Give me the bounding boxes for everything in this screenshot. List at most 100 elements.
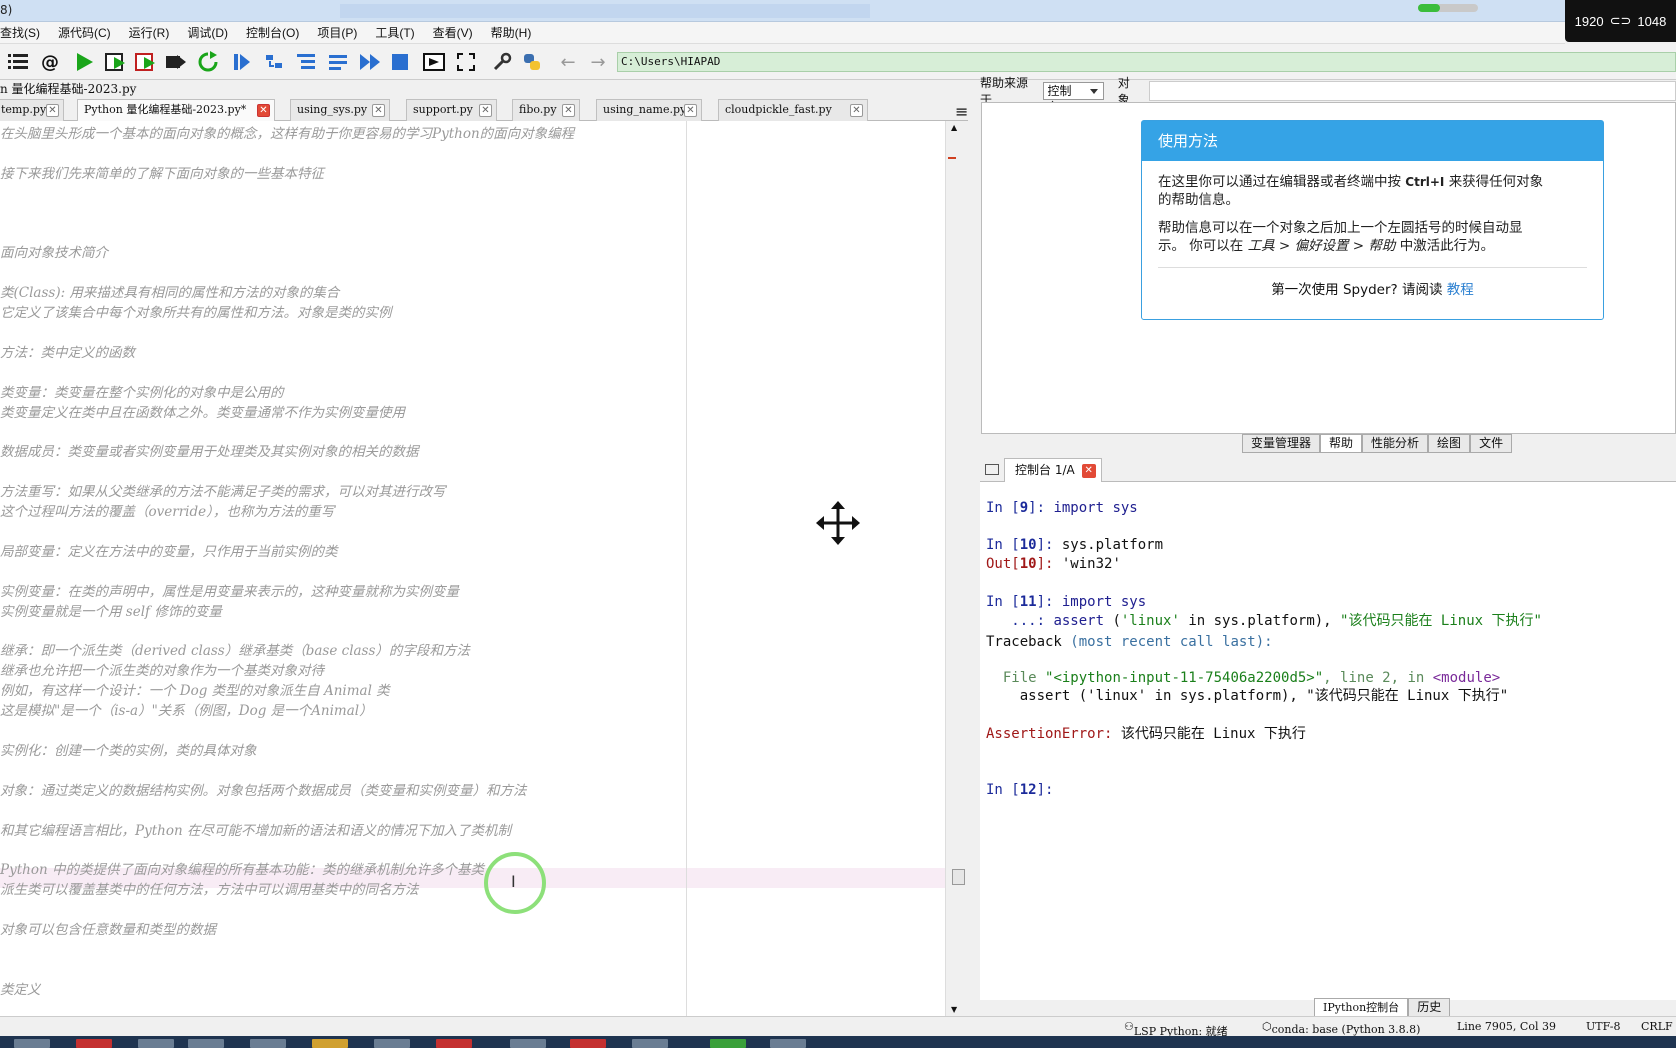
code-line: 实例化：创建一个类的实例，类的具体对象 <box>0 742 257 759</box>
tab-help[interactable]: 帮助 <box>1320 434 1363 453</box>
close-icon[interactable]: ✕ <box>684 104 697 117</box>
ipython-console[interactable]: In [9]: import sys In [10]: sys.platform… <box>980 482 1676 1000</box>
wrench-icon[interactable] <box>490 50 514 74</box>
tab-console-1a[interactable]: 控制台 1/A ✕ <box>1004 458 1102 482</box>
close-icon[interactable]: ✕ <box>257 104 270 117</box>
usage-card: 使用方法 在这里你可以通过在编辑器或者终端中按 Ctrl+I 来获得任何对象 的帮… <box>1141 120 1604 320</box>
tab-history[interactable]: 历史 <box>1408 998 1451 1017</box>
step-return-icon[interactable] <box>326 50 350 74</box>
taskbar-item[interactable] <box>312 1039 348 1048</box>
taskbar-item[interactable] <box>374 1039 410 1048</box>
tab-label: cloudpickle_fast.py <box>725 103 832 116</box>
tab-label: temp.py <box>1 103 47 116</box>
taskbar-item[interactable] <box>76 1039 112 1048</box>
code-line: 在头脑里头形成一个基本的面向对象的概念，这样有助于你更容易的学习Python的面… <box>0 126 575 142</box>
taskbar-item[interactable] <box>188 1039 224 1048</box>
taskbar-item[interactable] <box>570 1039 606 1048</box>
tab-files[interactable]: 文件 <box>1470 434 1513 453</box>
tab-plots[interactable]: 绘图 <box>1428 434 1471 453</box>
status-bar: ⚇ LSP Python: 就绪 ⬡ conda: base (Python 3… <box>0 1016 1676 1038</box>
code-line: 实例变量就是一个用 self 修饰的变量 <box>0 603 222 620</box>
console-line: In [9]: import sys <box>986 500 1138 516</box>
tab-profiler[interactable]: 性能分析 <box>1362 434 1429 453</box>
code-line: 类变量：类变量在整个实例化的对象中是公用的 <box>0 384 284 401</box>
code-line: 例如，有这样一个设计：一个 Dog 类型的对象派生自 Animal 类 <box>0 683 390 700</box>
tutorial-link[interactable]: 教程 <box>1447 282 1474 298</box>
run-cell-advance-icon[interactable] <box>134 50 158 74</box>
tab-support[interactable]: support.py ✕ <box>406 99 497 121</box>
run-icon[interactable] <box>72 50 96 74</box>
fullscreen-icon[interactable] <box>454 50 478 74</box>
code-line: 局部变量：定义在方法中的变量，只作用于当前实例的类 <box>0 543 338 560</box>
at-icon[interactable]: @ <box>38 50 62 74</box>
taskbar-item[interactable] <box>14 1039 50 1048</box>
tab-cloudpickle-fast[interactable]: cloudpickle_fast.py ✕ <box>718 99 868 121</box>
step-into-icon[interactable] <box>294 50 318 74</box>
python-icon[interactable] <box>520 50 544 74</box>
code-line: 方法重写：如果从父类继承的方法不能满足子类的需求，可以对其进行改写 <box>0 484 446 501</box>
continue-icon[interactable] <box>358 50 382 74</box>
code-line: 面向对象技术简介 <box>0 245 108 262</box>
code-line: 方法：类中定义的函数 <box>0 344 135 361</box>
close-icon[interactable]: ✕ <box>372 104 385 117</box>
rerun-icon[interactable] <box>196 50 220 74</box>
close-icon[interactable]: ✕ <box>1081 464 1096 478</box>
forward-arrow-icon[interactable]: → <box>586 50 610 74</box>
taskbar-item[interactable] <box>770 1039 806 1048</box>
taskbar-item[interactable] <box>510 1039 546 1048</box>
menu-source[interactable]: 源代码(C) <box>49 24 120 41</box>
scroll-up-icon[interactable]: ▲ <box>951 123 957 132</box>
edge-line <box>686 121 687 1016</box>
taskbar-item[interactable] <box>710 1039 746 1048</box>
menu-help[interactable]: 帮助(H) <box>482 24 541 41</box>
taskbar-item[interactable] <box>138 1039 174 1048</box>
console-bottom-tabs: IPython控制台 历史 <box>1314 998 1451 1017</box>
menu-search[interactable]: 查找(S) <box>0 24 49 41</box>
window-title: 8) <box>0 3 13 17</box>
console-options-icon[interactable] <box>985 464 999 475</box>
code-line: 数据成员：类变量或者实例变量用于处理类及其实例对象的相关的数据 <box>0 444 419 461</box>
tab-quant-basics[interactable]: Python 量化编程基础-2023.py* ✕ <box>77 99 275 122</box>
tab-ipython-console[interactable]: IPython控制台 <box>1314 998 1409 1017</box>
console-prompt[interactable]: In [12]: <box>986 781 1062 800</box>
menu-console[interactable]: 控制台(O) <box>237 24 308 41</box>
working-directory-input[interactable]: C:\Users\HIAPAD <box>617 52 1676 72</box>
taskbar-item[interactable] <box>436 1039 472 1048</box>
menu-view[interactable]: 查看(V) <box>424 24 482 41</box>
debug-icon[interactable] <box>230 50 254 74</box>
scroll-down-icon[interactable]: ▼ <box>951 1005 957 1014</box>
close-icon[interactable]: ✕ <box>850 104 863 117</box>
menu-tools[interactable]: 工具(T) <box>366 24 423 41</box>
taskbar-item[interactable] <box>250 1039 286 1048</box>
tab-temp[interactable]: temp.py ✕ <box>0 99 64 121</box>
list-icon[interactable] <box>6 50 30 74</box>
tab-variable-explorer[interactable]: 变量管理器 <box>1242 434 1321 453</box>
run-cell-icon[interactable] <box>104 50 128 74</box>
menu-debug[interactable]: 调试(D) <box>178 24 237 41</box>
back-arrow-icon[interactable]: ← <box>556 50 580 74</box>
code-line: 类(Class): 用来描述具有相同的属性和方法的对象的集合 <box>0 285 340 302</box>
tab-fibo[interactable]: fibo.py ✕ <box>512 99 580 121</box>
console-line: In [11]: import sys <box>986 594 1147 610</box>
maximize-pane-icon[interactable] <box>422 50 446 74</box>
help-object-input[interactable] <box>1149 81 1676 101</box>
hamburger-menu-icon[interactable]: ≡ <box>955 102 968 121</box>
close-icon[interactable]: ✕ <box>479 104 492 117</box>
scrollbar-thumb[interactable] <box>952 869 965 885</box>
tab-using-name[interactable]: using_name.py ✕ <box>596 99 702 121</box>
close-icon[interactable]: ✕ <box>562 104 575 117</box>
step-icon[interactable] <box>262 50 286 74</box>
run-selection-icon[interactable] <box>164 50 188 74</box>
tab-using-sys[interactable]: using_sys.py ✕ <box>290 99 390 121</box>
code-line: Python 中的类提供了面向对象编程的所有基本功能：类的继承机制允许多个基类 <box>0 862 484 879</box>
close-icon[interactable]: ✕ <box>46 104 59 117</box>
menu-project[interactable]: 项目(P) <box>308 24 366 41</box>
lsp-status: ⚇ LSP Python: 就绪 <box>1124 1020 1228 1038</box>
taskbar-item[interactable] <box>632 1039 668 1048</box>
editor-scrollbar[interactable]: ▲ ▼ <box>945 121 968 1016</box>
help-source-select[interactable]: 控制台 <box>1042 82 1104 114</box>
stop-icon[interactable] <box>388 50 412 74</box>
menu-run[interactable]: 运行(R) <box>120 24 179 41</box>
os-taskbar <box>0 1036 1676 1048</box>
link-icon: ⊂⊃ <box>1609 13 1632 28</box>
